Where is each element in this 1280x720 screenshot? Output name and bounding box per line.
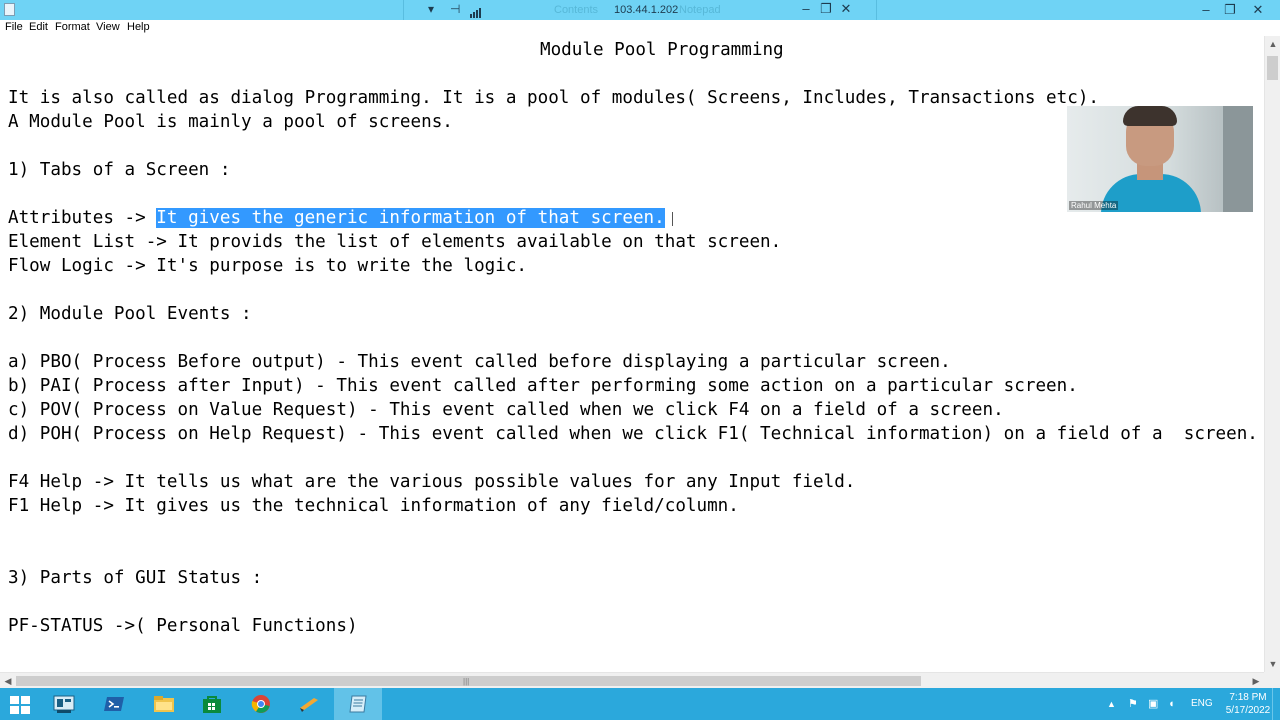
section-heading: 1) Tabs of a Screen : (8, 160, 231, 180)
server-manager-icon (53, 695, 75, 713)
webcam-overlay: Rahul Mehta (1067, 106, 1253, 212)
scrollbar-corner (1264, 672, 1280, 688)
grip-icon: ||| (463, 677, 470, 686)
webcam-door (1223, 106, 1253, 212)
chevron-down-icon[interactable]: ▾ (428, 2, 434, 16)
menu-help[interactable]: Help (127, 21, 150, 33)
rdp-minimize-button[interactable]: – (798, 1, 814, 16)
system-clock[interactable]: 7:18 PM 5/17/2022 (1218, 691, 1278, 717)
folder-icon (154, 696, 174, 712)
show-desktop-button[interactable] (1272, 688, 1280, 720)
presenter-hair (1123, 106, 1177, 126)
taskbar-sap-logon[interactable] (285, 688, 333, 720)
powershell-icon (104, 697, 124, 711)
text-line: Element List -> It provids the list of e… (8, 232, 782, 252)
remote-desktop-connection-bar[interactable]: ▾ ⊣ Contents 103.44.1.202 Notepad – ❐ ✕ (403, 0, 877, 20)
chrome-icon (251, 695, 270, 713)
text-line: d) POH( Process on Help Request) - This … (8, 424, 1258, 444)
window-title-bar[interactable]: ▾ ⊣ Contents 103.44.1.202 Notepad – ❐ ✕ … (0, 0, 1280, 20)
language-indicator[interactable]: ENG (1191, 688, 1213, 720)
store-icon (203, 696, 221, 713)
action-center-icon[interactable]: ⚑ (1128, 688, 1138, 720)
network-icon[interactable]: ▣ (1148, 688, 1158, 720)
text-line: PF-STATUS ->( Personal Functions) (8, 616, 358, 636)
menu-file[interactable]: File (5, 21, 23, 33)
background-window-title: Notepad (679, 4, 721, 16)
section-heading: 2) Module Pool Events : (8, 304, 252, 324)
text-line: It is also called as dialog Programming.… (8, 88, 1100, 108)
text-line: b) PAI( Process after Input) - This even… (8, 376, 1078, 396)
scroll-right-icon[interactable]: ▶ (1248, 673, 1264, 689)
taskbar-powershell[interactable] (90, 688, 138, 720)
text-cursor (672, 212, 673, 226)
close-button[interactable]: ✕ (1246, 0, 1270, 20)
taskbar: ▲ ⚑ ▣ ◖ ENG 7:18 PM 5/17/2022 (0, 688, 1280, 720)
menu-bar: File Edit Format View Help (0, 20, 1280, 36)
taskbar-server-manager[interactable] (40, 688, 88, 720)
section-heading: 3) Parts of GUI Status : (8, 568, 263, 588)
taskbar-notepad[interactable] (334, 688, 382, 720)
menu-view[interactable]: View (96, 21, 120, 33)
text-line: a) PBO( Process Before output) - This ev… (8, 352, 951, 372)
rdp-close-button[interactable]: ✕ (838, 1, 854, 17)
signal-bars-icon (470, 5, 482, 18)
background-window-title: Contents (554, 4, 599, 16)
document-title: Module Pool Programming (540, 40, 784, 60)
text-line: F4 Help -> It tells us what are the vari… (8, 472, 856, 492)
taskbar-file-explorer[interactable] (140, 688, 188, 720)
show-hidden-icons-icon[interactable]: ▲ (1107, 688, 1116, 720)
horizontal-scrollbar[interactable]: ◀ ||| ▶ (0, 672, 1264, 688)
menu-format[interactable]: Format (55, 21, 90, 33)
taskbar-store[interactable] (188, 688, 236, 720)
selected-text[interactable]: It gives the generic information of that… (156, 208, 665, 228)
presenter-name: Rahul Mehta (1069, 201, 1119, 210)
text-line: Flow Logic -> It's purpose is to write t… (8, 256, 528, 276)
remote-host-address: 103.44.1.202 (614, 4, 679, 16)
text-line: F1 Help -> It gives us the technical inf… (8, 496, 739, 516)
scroll-up-icon[interactable]: ▲ (1265, 36, 1280, 52)
text-line: Attributes -> It gives the generic infor… (8, 206, 665, 230)
rdp-restore-button[interactable]: ❐ (818, 1, 834, 17)
clock-date: 5/17/2022 (1225, 705, 1271, 716)
minimize-button[interactable]: – (1194, 0, 1218, 20)
scroll-left-icon[interactable]: ◀ (0, 673, 16, 689)
sap-logon-icon (300, 698, 318, 712)
clock-time: 7:18 PM (1229, 692, 1267, 703)
text-line: c) POV( Process on Value Request) - This… (8, 400, 1004, 420)
vertical-scrollbar[interactable]: ▲ ▼ (1264, 36, 1280, 672)
menu-edit[interactable]: Edit (29, 21, 48, 33)
vertical-scroll-thumb[interactable] (1267, 56, 1278, 80)
taskbar-chrome[interactable] (237, 688, 285, 720)
restore-button[interactable]: ❐ (1218, 0, 1242, 20)
scroll-down-icon[interactable]: ▼ (1265, 656, 1280, 672)
attributes-label: Attributes -> (8, 208, 157, 228)
pin-icon[interactable]: ⊣ (450, 2, 460, 16)
windows-logo-icon (10, 696, 30, 714)
notepad-icon (4, 3, 15, 16)
notepad-icon (349, 695, 367, 713)
volume-icon[interactable]: ◖ (1168, 688, 1175, 720)
text-line: A Module Pool is mainly a pool of screen… (8, 112, 453, 132)
